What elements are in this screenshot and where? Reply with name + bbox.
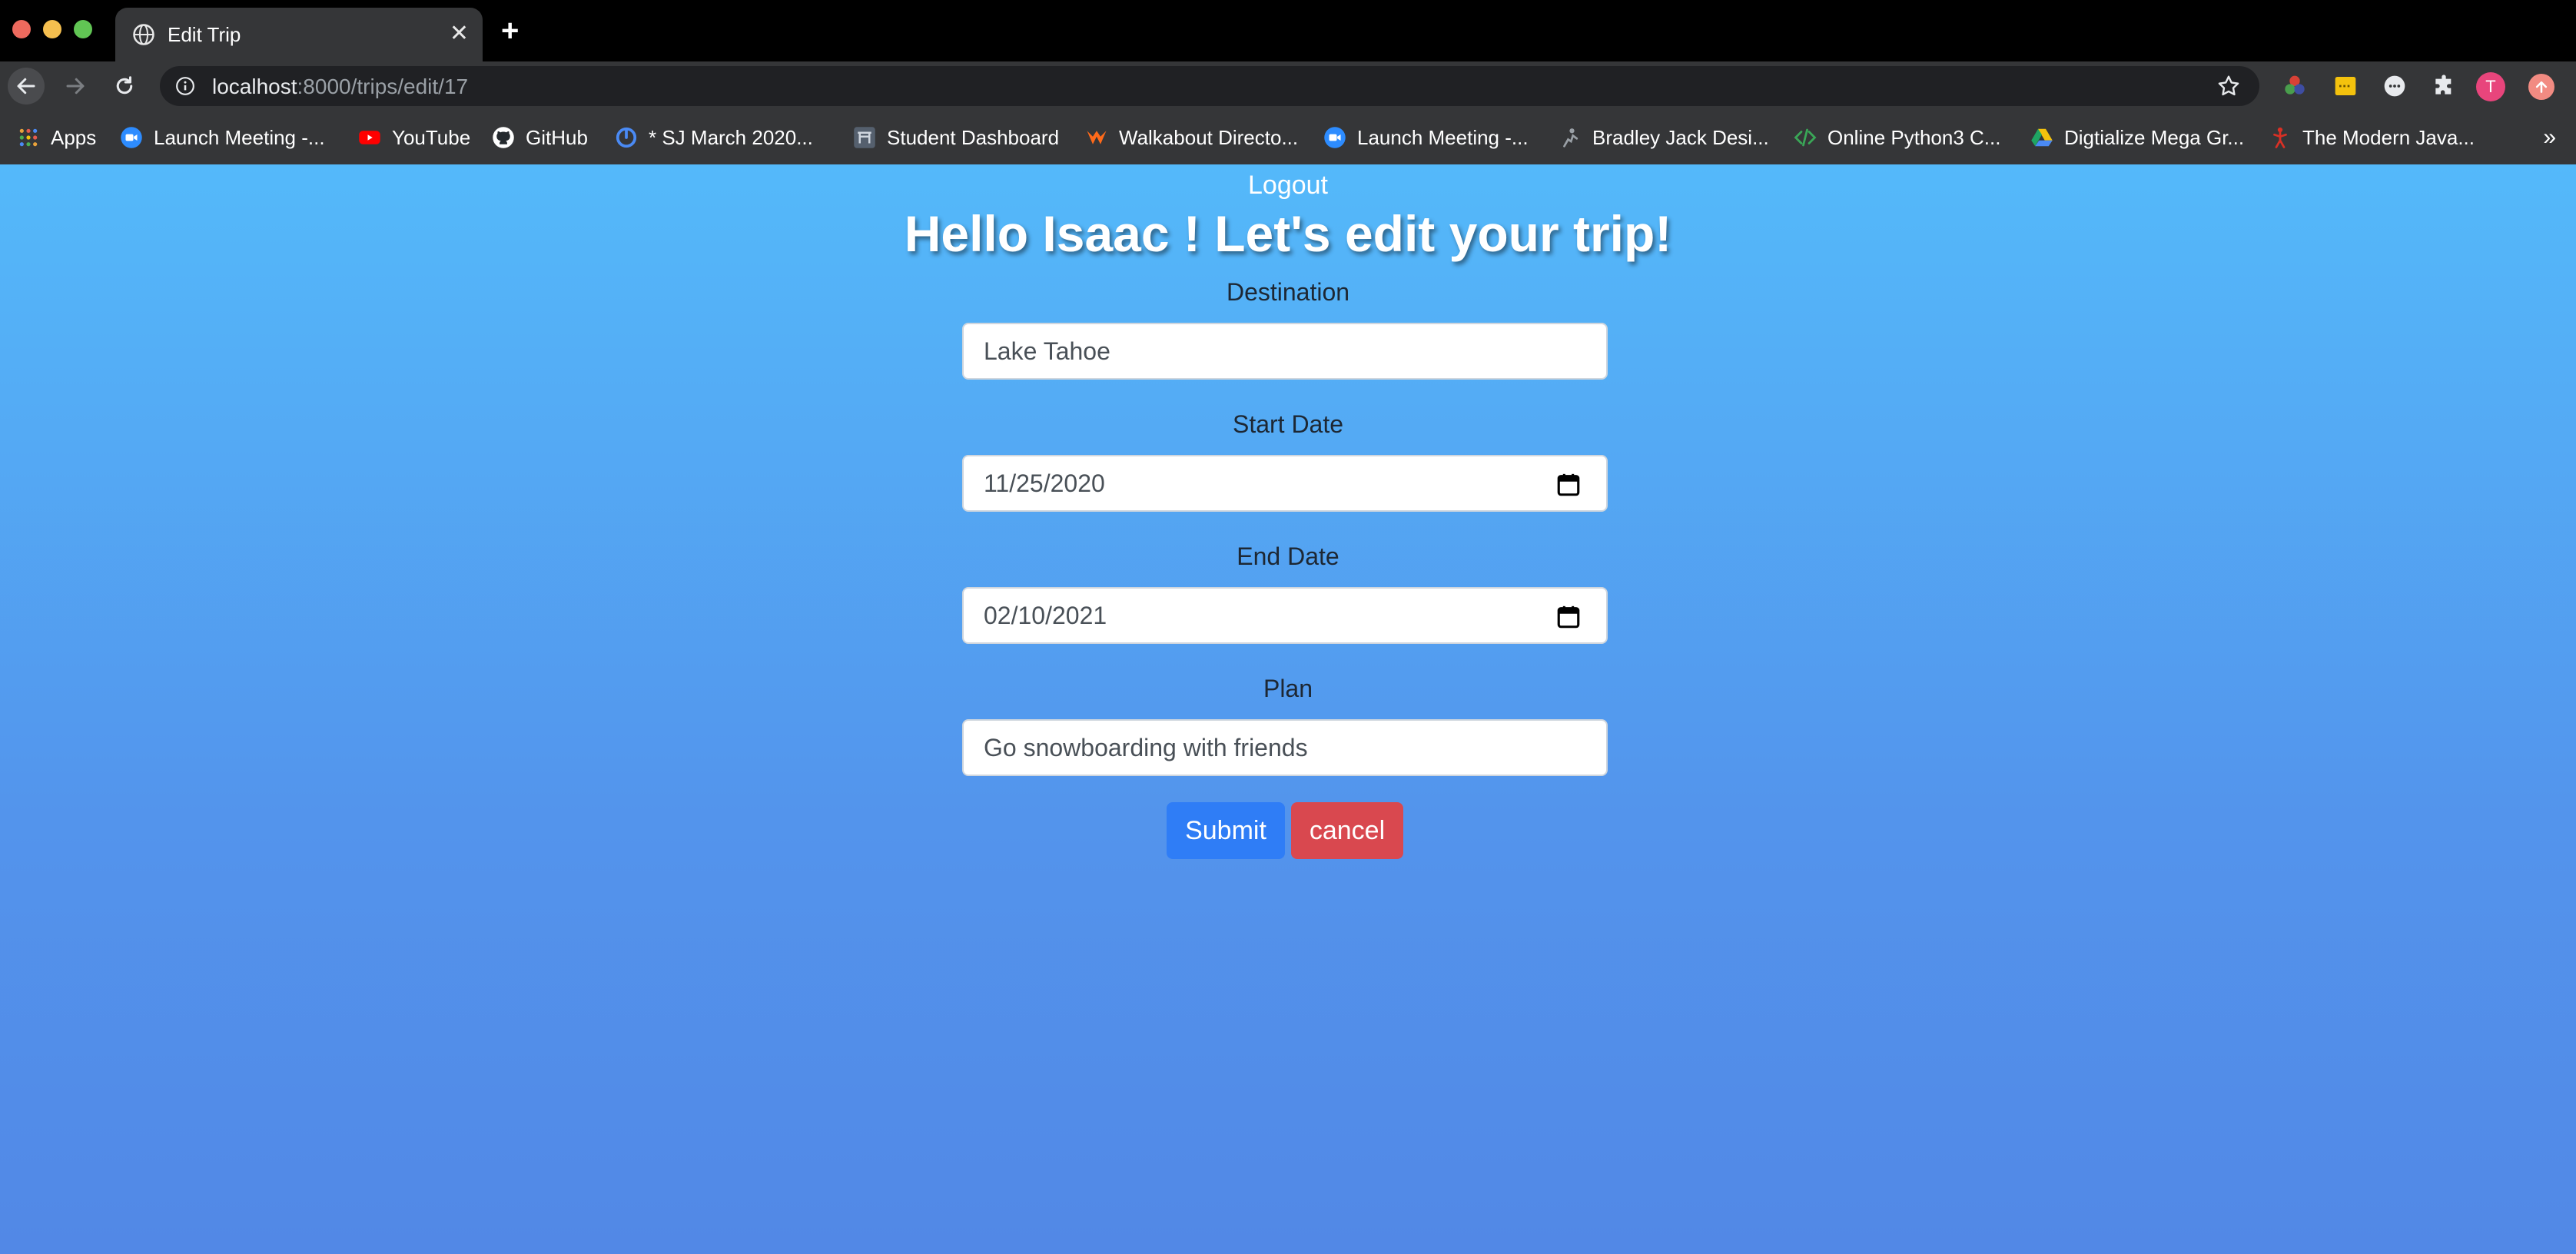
calendar-icon[interactable] — [1555, 472, 1582, 498]
tab-edit-trip[interactable]: Edit Trip ✕ — [115, 8, 483, 61]
bookmark-label: YouTube — [392, 125, 471, 149]
start-date-input[interactable]: 11/25/2020 — [962, 455, 1608, 512]
code-icon — [1794, 126, 1817, 149]
profile-avatar[interactable]: T — [2476, 72, 2505, 101]
bookmark-walkabout[interactable]: Walkabout Directo... — [1085, 123, 1298, 152]
color-wheel-icon — [2285, 75, 2305, 95]
update-icon[interactable] — [2528, 74, 2554, 100]
new-tab-icon[interactable]: + — [501, 14, 519, 48]
plan-value: Go snowboarding with friends — [984, 733, 1308, 761]
back-button[interactable] — [8, 68, 45, 104]
bookmark-github[interactable]: GitHub — [492, 123, 588, 152]
end-date-input[interactable]: 02/10/2021 — [962, 587, 1608, 644]
minimize-window-button[interactable] — [43, 20, 61, 38]
reload-icon — [116, 76, 133, 95]
bookmark-label: Digtialize Mega Gr... — [2064, 125, 2245, 149]
notes-icon — [2335, 77, 2356, 95]
bookmark-label: * SJ March 2020... — [649, 125, 813, 149]
bookmark-digtialize[interactable]: Digtialize Mega Gr... — [2030, 123, 2244, 152]
arrow-up-icon — [2535, 81, 2548, 93]
destination-input[interactable]: Lake Tahoe — [962, 323, 1608, 380]
start-date-value: 11/25/2020 — [984, 469, 1105, 497]
url-host: localhost — [212, 75, 297, 98]
forward-button[interactable] — [57, 68, 94, 104]
close-tab-icon[interactable]: ✕ — [450, 20, 469, 48]
bookmark-online-python[interactable]: Online Python3 C... — [1794, 123, 2000, 152]
page-body: Logout Hello Isaac ! Let's edit your tri… — [0, 164, 2576, 1254]
tab-bar: Edit Trip ✕ + — [0, 0, 2576, 61]
tab-title: Edit Trip — [168, 23, 241, 46]
drive-icon — [2030, 126, 2053, 149]
notes-extension-icon[interactable] — [2332, 72, 2359, 100]
browser-toolbar: localhost:8000/trips/edit/17 T — [0, 61, 2576, 111]
page-title: Hello Isaac ! Let's edit your trip! — [904, 205, 1672, 262]
bookmark-label: Apps — [51, 125, 97, 149]
bookmark-label: Walkabout Directo... — [1119, 125, 1299, 149]
bookmarks-bar: Apps Launch Meeting -... YouTube GitHub … — [0, 111, 2576, 164]
url-path: :8000/trips/edit/17 — [297, 75, 469, 98]
zoom-icon — [120, 126, 143, 149]
bookmark-youtube[interactable]: YouTube — [358, 123, 470, 152]
start-date-label: Start Date — [1232, 410, 1344, 438]
logout-link[interactable]: Logout — [0, 171, 2576, 201]
bookmark-launch-meeting-1[interactable]: Launch Meeting -... — [120, 123, 325, 152]
plan-label: Plan — [1263, 675, 1313, 702]
zoom-icon — [1323, 126, 1346, 149]
maximize-window-button[interactable] — [74, 20, 92, 38]
destination-value: Lake Tahoe — [984, 337, 1110, 365]
end-date-label: End Date — [1237, 542, 1339, 570]
color-wheel-extension-icon[interactable] — [2281, 72, 2309, 100]
speech-extension-icon[interactable] — [2381, 72, 2408, 100]
person-icon — [2269, 126, 2292, 149]
plan-input[interactable]: Go snowboarding with friends — [962, 719, 1608, 776]
puzzle-piece-icon — [2435, 75, 2452, 95]
bookmark-sj-march[interactable]: * SJ March 2020... — [615, 123, 813, 152]
bookmark-label: Launch Meeting -... — [154, 125, 325, 149]
timer-icon — [615, 126, 638, 149]
chat-bubble-icon — [2384, 75, 2405, 97]
bookmark-modern-java[interactable]: The Modern Java... — [2269, 123, 2475, 152]
bookmark-label: Online Python3 C... — [1827, 125, 2001, 149]
end-date-value: 02/10/2021 — [984, 601, 1107, 629]
extensions-button[interactable] — [2430, 72, 2458, 100]
url-text: localhost:8000/trips/edit/17 — [212, 75, 468, 99]
arrow-right-icon — [66, 78, 85, 95]
calendar-icon[interactable] — [1555, 604, 1582, 630]
cancel-button[interactable]: cancel — [1291, 802, 1403, 859]
bookmark-label: Launch Meeting -... — [1357, 125, 1529, 149]
more-bookmarks-chevron-icon[interactable]: » — [2543, 124, 2556, 151]
github-icon — [492, 126, 515, 149]
apps-grid-icon — [17, 126, 40, 149]
submit-button[interactable]: Submit — [1167, 802, 1285, 859]
arrow-left-icon — [17, 78, 35, 95]
bookmark-launch-meeting-2[interactable]: Launch Meeting -... — [1323, 123, 1529, 152]
close-window-button[interactable] — [12, 20, 31, 38]
reload-button[interactable] — [106, 68, 143, 104]
bookmark-label: The Modern Java... — [2302, 125, 2475, 149]
info-icon[interactable] — [175, 76, 195, 96]
address-bar[interactable]: localhost:8000/trips/edit/17 — [160, 66, 2259, 106]
bookmark-student-dashboard[interactable]: Student Dashboard — [853, 123, 1059, 152]
star-icon[interactable] — [2216, 74, 2241, 98]
figure-icon — [1559, 126, 1582, 149]
bookmark-label: GitHub — [526, 125, 588, 149]
gate-icon — [853, 126, 876, 149]
walkabout-icon — [1085, 126, 1108, 149]
bookmark-label: Student Dashboard — [887, 125, 1060, 149]
youtube-icon — [358, 126, 381, 149]
bookmark-label: Bradley Jack Desi... — [1592, 125, 1769, 149]
bookmark-bradley-jack[interactable]: Bradley Jack Desi... — [1559, 123, 1769, 152]
destination-label: Destination — [1226, 278, 1350, 306]
bookmark-apps[interactable]: Apps — [17, 123, 96, 152]
globe-icon — [133, 24, 154, 45]
